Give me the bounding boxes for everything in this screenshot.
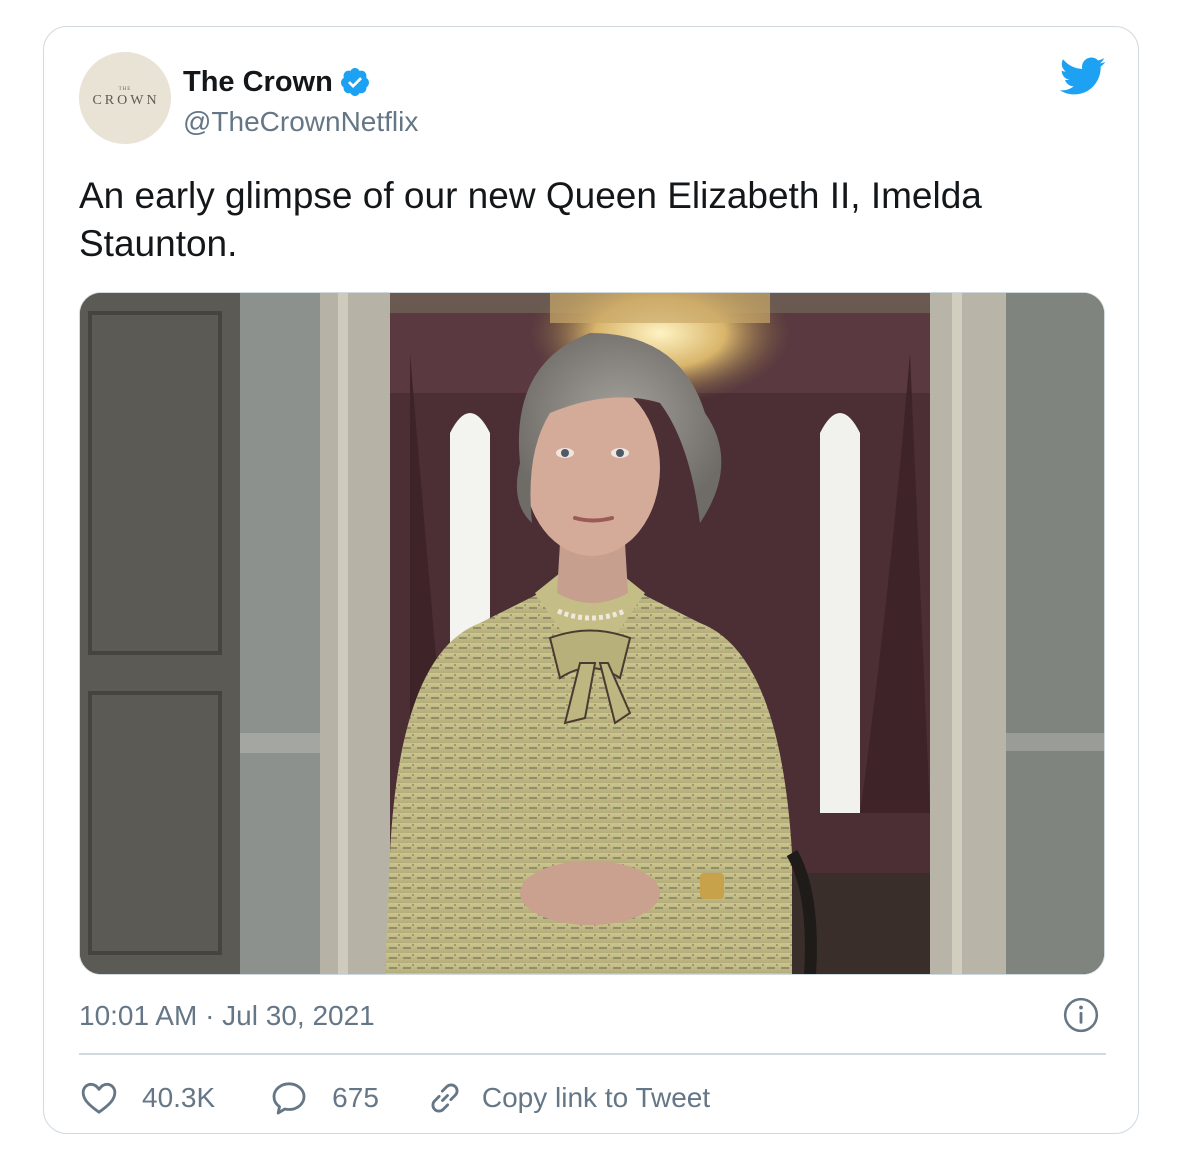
display-name[interactable]: The Crown [183, 64, 333, 100]
reply-count: 675 [332, 1082, 379, 1113]
divider [79, 1053, 1106, 1055]
tweet-text: An early glimpse of our new Queen Elizab… [79, 175, 982, 264]
account-handle[interactable]: @TheCrownNetflix [183, 104, 418, 140]
tweet-media-photo[interactable] [79, 292, 1105, 975]
avatar[interactable]: THE CROWN [79, 52, 171, 144]
info-icon[interactable] [1062, 996, 1100, 1034]
copy-link-label: Copy link to Tweet [481, 1082, 711, 1113]
speech-bubble-icon [272, 1082, 306, 1115]
tweet-timestamp[interactable]: 10:01 AM · Jul 30, 2021 [79, 998, 375, 1034]
like-button[interactable]: 40.3K [79, 1078, 215, 1118]
verified-badge-icon [340, 68, 369, 96]
reply-button[interactable]: 675 [269, 1078, 379, 1118]
avatar-text: CROWN [92, 93, 160, 108]
tweet-actions: 40.3K 675 Copy link to Tweet [79, 1076, 710, 1120]
heart-icon [81, 1082, 117, 1114]
twitter-bird-icon[interactable] [1058, 56, 1106, 96]
link-icon [431, 1083, 459, 1113]
photo-illustration [80, 293, 1104, 974]
author-name-row[interactable]: The Crown [183, 62, 371, 102]
copy-link-button[interactable]: Copy link to Tweet [425, 1078, 710, 1118]
like-count: 40.3K [142, 1082, 216, 1113]
